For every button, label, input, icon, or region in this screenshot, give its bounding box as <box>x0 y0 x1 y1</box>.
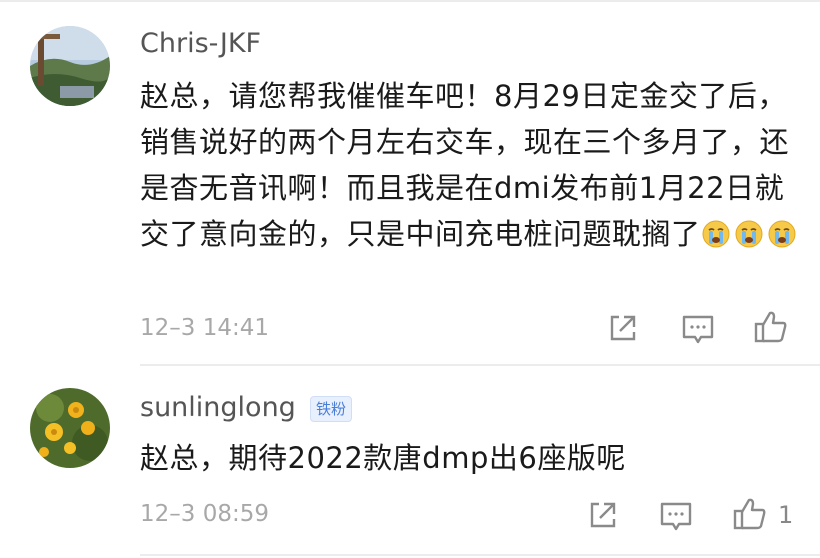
comment-item: Chris-JKF 赵总，请您帮我催催车吧！8月29日定金交了后，销售说好的两个… <box>0 0 820 365</box>
comment-icon <box>660 502 692 531</box>
like-button[interactable] <box>732 496 768 532</box>
crying-face-emoji-icon <box>734 216 764 248</box>
username[interactable]: sunlinglong <box>140 392 296 424</box>
avatar[interactable] <box>30 388 110 468</box>
thumbs-up-icon <box>754 311 787 343</box>
like-count: 1 <box>778 501 794 529</box>
share-button[interactable] <box>605 310 641 346</box>
comment-text-content: 赵总，期待2022款唐dmp出6座版呢 <box>140 441 626 475</box>
comment-item: sunlinglong 铁粉 赵总，期待2022款唐dmp出6座版呢 12–3 … <box>0 366 820 556</box>
comment-text-content: 赵总，请您帮我催催车吧！8月29日定金交了后，销售说好的两个月左右交车，现在三个… <box>140 79 790 251</box>
share-icon <box>590 502 616 528</box>
crying-face-emoji-icon <box>701 216 731 248</box>
fan-badge: 铁粉 <box>310 396 353 422</box>
crying-face-emoji-icon <box>767 216 797 248</box>
comment-timestamp: 12–3 14:41 <box>140 315 269 341</box>
comment-timestamp: 12–3 08:59 <box>140 501 269 527</box>
reply-button[interactable] <box>658 498 694 534</box>
thumbs-up-icon <box>733 498 766 530</box>
avatar[interactable] <box>30 26 110 106</box>
like-button[interactable] <box>753 309 789 345</box>
share-icon <box>610 315 636 341</box>
reply-button[interactable] <box>680 311 716 347</box>
comment-icon <box>682 315 714 344</box>
share-button[interactable] <box>585 497 621 533</box>
comment-text: 赵总，期待2022款唐dmp出6座版呢 <box>140 435 800 481</box>
comment-text: 赵总，请您帮我催催车吧！8月29日定金交了后，销售说好的两个月左右交车，现在三个… <box>140 73 800 257</box>
username[interactable]: Chris-JKF <box>140 28 261 60</box>
comment-divider <box>140 554 820 556</box>
